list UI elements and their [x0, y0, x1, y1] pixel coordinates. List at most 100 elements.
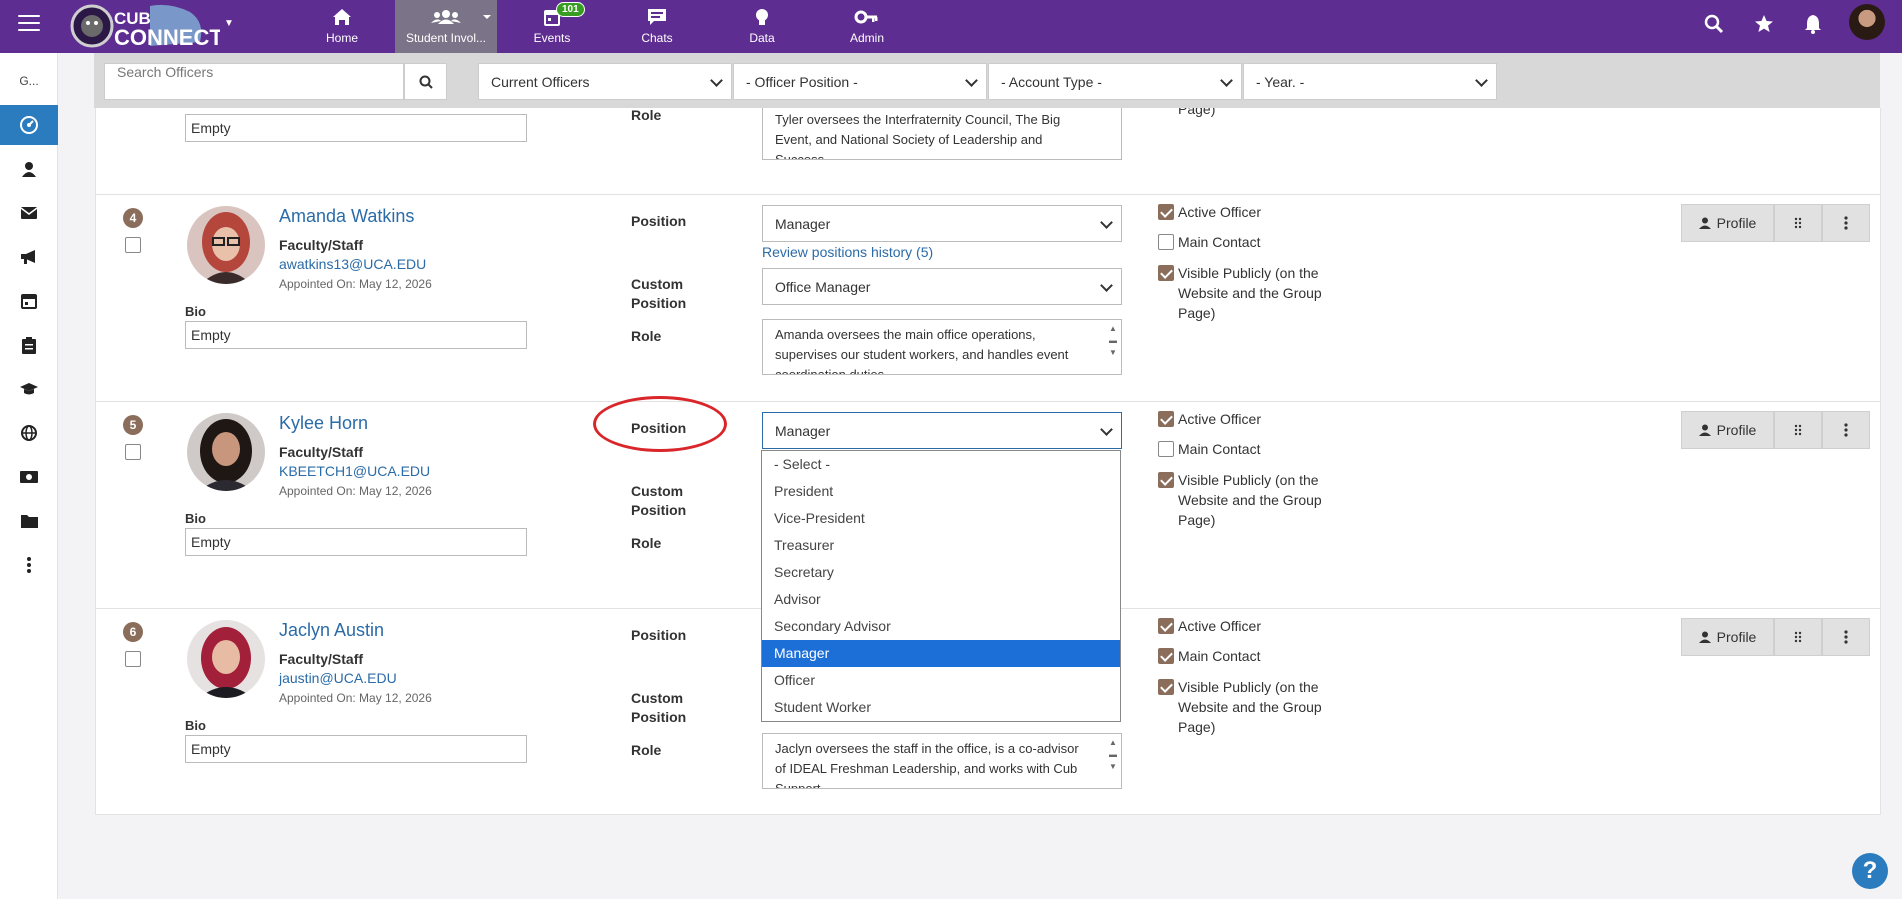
- active-officer-label: Active Officer: [1178, 411, 1261, 427]
- chevron-down-icon: [1475, 74, 1488, 87]
- cub-connect-logo[interactable]: CUB CONNECT: [70, 2, 220, 50]
- profile-button[interactable]: Profile: [1681, 618, 1774, 656]
- officer-name-link[interactable]: Kylee Horn: [279, 413, 368, 434]
- officer-appointed-date: Appointed On: May 12, 2026: [279, 484, 432, 498]
- nav-admin[interactable]: Admin: [817, 0, 917, 53]
- visible-publicly-checkbox[interactable]: [1158, 679, 1174, 695]
- more-vertical-icon: [1844, 630, 1848, 644]
- nav-home[interactable]: Home: [292, 0, 392, 53]
- position-select[interactable]: Manager: [762, 412, 1122, 449]
- account-type-filter-select[interactable]: - Account Type -: [988, 63, 1242, 100]
- active-officer-label: Active Officer: [1178, 204, 1261, 220]
- sidebar-item-forms[interactable]: [0, 325, 58, 365]
- nav-chats[interactable]: Chats: [607, 0, 707, 53]
- officer-actions: Profile: [1681, 618, 1870, 656]
- bio-field[interactable]: Empty: [185, 114, 527, 142]
- sidebar-item-more[interactable]: [0, 545, 58, 585]
- dropdown-option-selected[interactable]: Manager: [762, 640, 1120, 667]
- officer-email-link[interactable]: jaustin@UCA.EDU: [279, 670, 397, 686]
- sidebar-item-announcements[interactable]: [0, 237, 58, 277]
- officer-email-link[interactable]: awatkins13@UCA.EDU: [279, 256, 426, 272]
- position-filter-value: - Officer Position -: [746, 74, 858, 90]
- dropdown-option[interactable]: Student Worker: [762, 694, 1120, 721]
- visible-publicly-checkbox[interactable]: [1158, 472, 1174, 488]
- star-icon[interactable]: [1752, 12, 1776, 36]
- custom-position-select[interactable]: Office Manager: [762, 268, 1122, 305]
- sidebar-group-item[interactable]: G...: [0, 61, 58, 101]
- officer-select-checkbox[interactable]: [125, 237, 141, 253]
- role-textarea[interactable]: Amanda oversees the main office operatio…: [762, 319, 1122, 375]
- year-filter-select[interactable]: - Year. -: [1243, 63, 1497, 100]
- hamburger-menu-icon[interactable]: [18, 15, 40, 33]
- position-select[interactable]: Manager: [762, 205, 1122, 242]
- search-button[interactable]: [404, 63, 447, 100]
- key-icon: [854, 10, 878, 24]
- visible-publicly-checkbox[interactable]: [1158, 265, 1174, 281]
- officer-select-checkbox[interactable]: [125, 651, 141, 667]
- logo-menu-caret-icon[interactable]: ▼: [224, 18, 234, 29]
- nav-student-involvement[interactable]: Student Invol...: [395, 0, 497, 53]
- main-contact-checkbox[interactable]: [1158, 441, 1174, 457]
- more-options-button[interactable]: [1822, 411, 1870, 449]
- search-officers-input[interactable]: Search Officers: [104, 63, 404, 100]
- user-avatar[interactable]: [1849, 4, 1885, 40]
- main-contact-checkbox[interactable]: [1158, 648, 1174, 664]
- active-officer-checkbox[interactable]: [1158, 618, 1174, 634]
- dropdown-option[interactable]: Treasurer: [762, 532, 1120, 559]
- help-button[interactable]: ?: [1852, 853, 1888, 889]
- sidebar-item-mail[interactable]: [0, 193, 58, 233]
- calendar-icon: [544, 10, 560, 26]
- profile-button[interactable]: Profile: [1681, 411, 1774, 449]
- sidebar-item-education[interactable]: [0, 369, 58, 409]
- profile-button[interactable]: Profile: [1681, 204, 1774, 242]
- bio-field[interactable]: Empty: [185, 321, 527, 349]
- officer-appointed-date: Appointed On: May 12, 2026: [279, 277, 432, 291]
- officer-photo: [187, 620, 265, 698]
- dropdown-option[interactable]: Secondary Advisor: [762, 613, 1120, 640]
- bell-icon[interactable]: [1801, 12, 1825, 36]
- nav-events[interactable]: 101 Events: [502, 0, 602, 53]
- dropdown-option[interactable]: Vice-President: [762, 505, 1120, 532]
- review-positions-history-link[interactable]: Review positions history (5): [762, 244, 933, 260]
- dropdown-option[interactable]: Secretary: [762, 559, 1120, 586]
- status-filter-select[interactable]: Current Officers: [478, 63, 732, 100]
- nav-data-label: Data: [749, 31, 775, 45]
- dropdown-option[interactable]: Advisor: [762, 586, 1120, 613]
- role-textarea[interactable]: Jaclyn oversees the staff in the office,…: [762, 733, 1122, 789]
- bio-field[interactable]: Empty: [185, 528, 527, 556]
- dropdown-option[interactable]: President: [762, 478, 1120, 505]
- sidebar-item-globe[interactable]: [0, 413, 58, 453]
- chevron-down-icon: [1220, 74, 1233, 87]
- drag-handle-button[interactable]: [1774, 204, 1822, 242]
- role-textarea[interactable]: Tyler oversees the Interfraternity Counc…: [762, 108, 1122, 160]
- officer-email-link[interactable]: KBEETCH1@UCA.EDU: [279, 463, 430, 479]
- search-icon[interactable]: [1702, 12, 1726, 36]
- annotation-highlight-oval: [593, 396, 727, 452]
- visible-publicly-label: Visible Publicly (on the Website and the…: [1178, 679, 1322, 735]
- officer-name-link[interactable]: Amanda Watkins: [279, 206, 414, 227]
- bio-field[interactable]: Empty: [185, 735, 527, 763]
- dropdown-option[interactable]: - Select -: [762, 451, 1120, 478]
- more-options-button[interactable]: [1822, 204, 1870, 242]
- active-officer-checkbox[interactable]: [1158, 204, 1174, 220]
- sidebar-item-calendar[interactable]: [0, 281, 58, 321]
- active-officer-checkbox[interactable]: [1158, 411, 1174, 427]
- sidebar-item-files[interactable]: [0, 501, 58, 541]
- textarea-scroll-arrows-icon[interactable]: ▲ ▬ ▼: [1108, 323, 1118, 359]
- more-options-button[interactable]: [1822, 618, 1870, 656]
- position-filter-select[interactable]: - Officer Position -: [733, 63, 987, 100]
- sidebar-item-dashboard[interactable]: [0, 105, 58, 145]
- search-icon: [419, 75, 433, 89]
- officer-name-link[interactable]: Jaclyn Austin: [279, 620, 384, 641]
- drag-handle-button[interactable]: [1774, 411, 1822, 449]
- drag-handle-button[interactable]: [1774, 618, 1822, 656]
- nav-data[interactable]: Data: [712, 0, 812, 53]
- grip-icon: [1794, 631, 1802, 643]
- textarea-scroll-arrows-icon[interactable]: ▲ ▬ ▼: [1108, 737, 1118, 773]
- officer-select-checkbox[interactable]: [125, 444, 141, 460]
- dropdown-option[interactable]: Officer: [762, 667, 1120, 694]
- main-contact-checkbox[interactable]: [1158, 234, 1174, 250]
- sidebar-item-person[interactable]: [0, 149, 58, 189]
- sidebar-item-finance[interactable]: [0, 457, 58, 497]
- officer-account-type: Faculty/Staff: [279, 237, 364, 253]
